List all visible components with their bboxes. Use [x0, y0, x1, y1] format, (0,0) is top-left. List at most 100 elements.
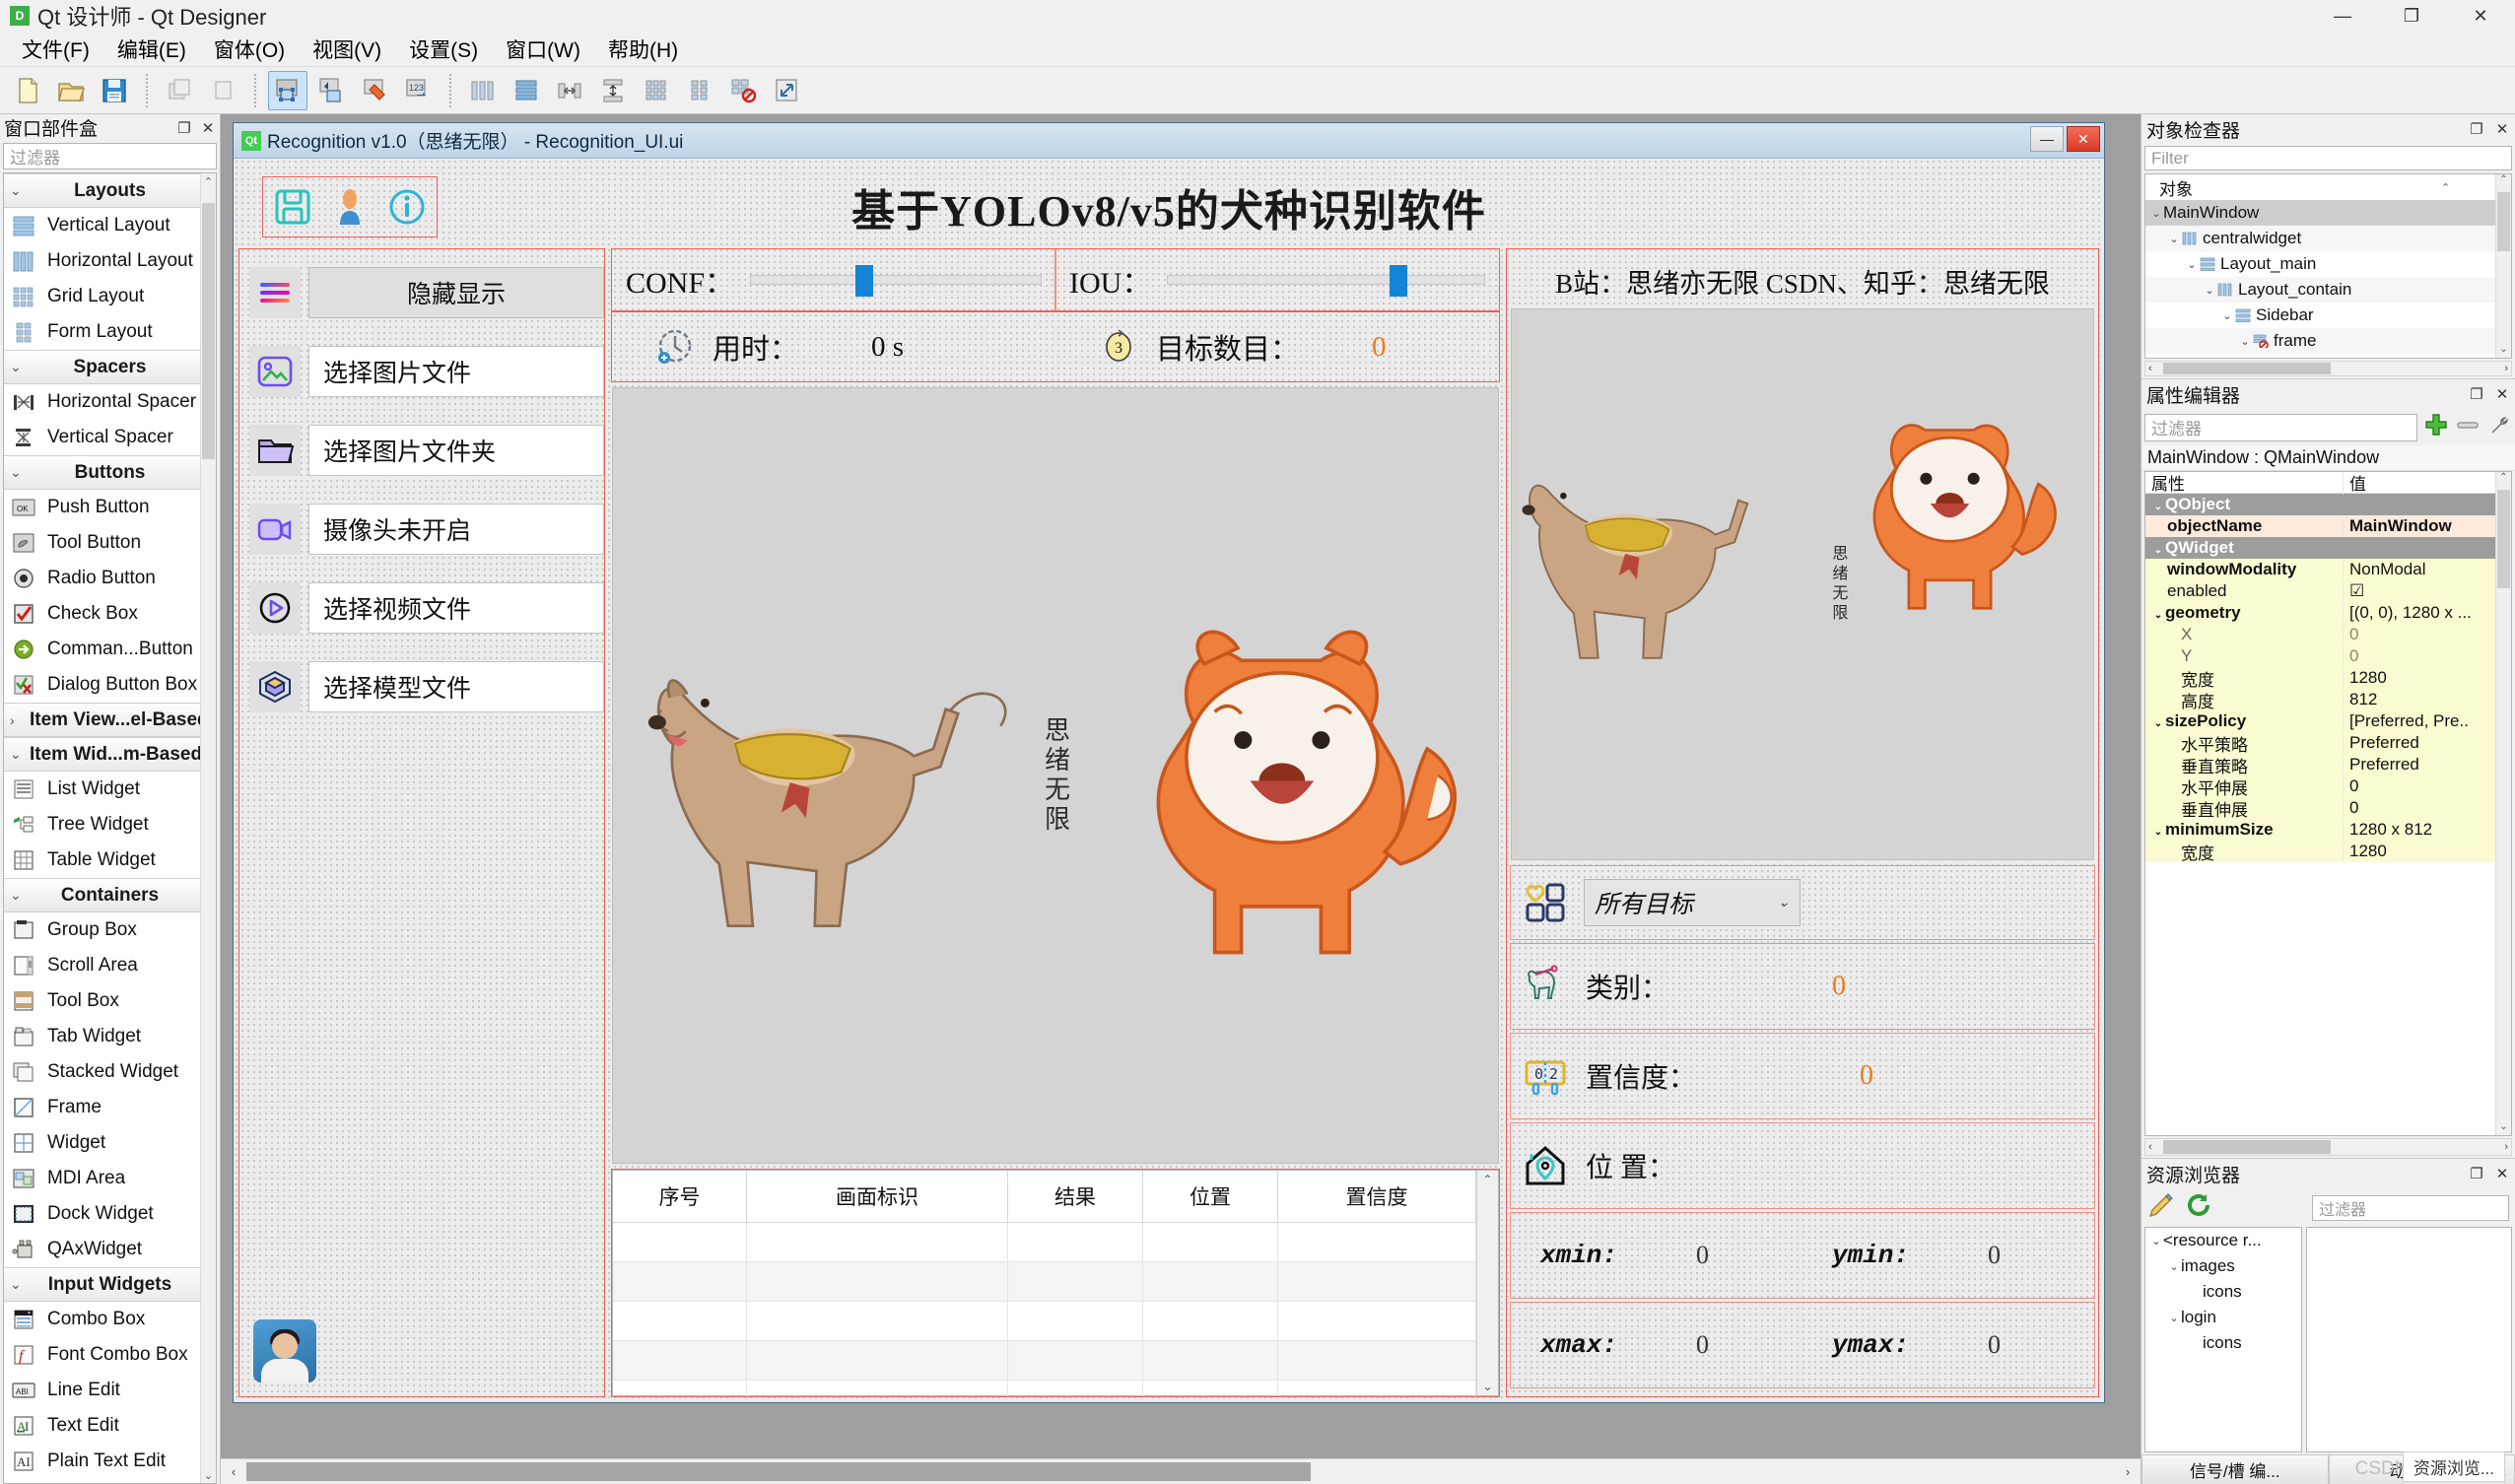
widget-item-qaxwidget[interactable]: QAxWidget [4, 1232, 216, 1267]
widget-item-tab-widget[interactable]: Tab Widget [4, 1019, 216, 1054]
table-row[interactable] [613, 1261, 1476, 1301]
property-row-objectname[interactable]: objectName MainWindow [2145, 515, 2511, 537]
close-icon[interactable]: ✕ [200, 119, 216, 137]
resource-preview-area[interactable] [2306, 1227, 2512, 1452]
menu-window[interactable]: 窗口(W) [492, 31, 594, 68]
scroll-up-arrow-icon[interactable]: ⌃ [201, 173, 216, 189]
object-tree[interactable]: 对象 ⌃ ⌄ MainWindow ⌄ centralwidget [2144, 173, 2512, 359]
maximize-button[interactable]: ❐ [2377, 0, 2446, 32]
scroll-down-arrow-icon[interactable]: ⌄ [1482, 1380, 1492, 1393]
widget-item-list-widget[interactable]: List Widget [4, 772, 216, 807]
property-value[interactable]: [(0, 0), 1280 x ... [2343, 603, 2511, 623]
object-tree-item-mainwindow[interactable]: ⌄ MainWindow [2145, 200, 2511, 226]
object-tree-item-layout-main[interactable]: ⌄ Layout_main [2145, 251, 2511, 277]
resource-tree-item-root[interactable]: ⌄ <resource r... [2145, 1228, 2301, 1253]
property-value[interactable]: 0 [2343, 798, 2511, 818]
menu-edit[interactable]: 编辑(E) [103, 31, 200, 68]
property-value-checkbox[interactable]: ☑ [2343, 581, 2511, 601]
property-value[interactable]: 0 [2343, 625, 2511, 644]
widget-item-line-edit[interactable]: ABI Line Edit [4, 1373, 216, 1408]
resource-tree-item-login[interactable]: ⌄ login [2145, 1305, 2301, 1330]
menu-settings[interactable]: 设置(S) [395, 31, 492, 68]
user-icon[interactable] [324, 181, 375, 233]
object-tree-vscrollbar[interactable]: ⌃ ⌄ [2495, 174, 2511, 358]
menu-file[interactable]: 文件(F) [8, 31, 103, 68]
table-scrollbar[interactable]: ⌃ ⌄ [1476, 1171, 1498, 1395]
resource-tree-item-images-icons[interactable]: icons [2145, 1279, 2301, 1305]
property-row-windowmodality[interactable]: windowModality NonModal [2145, 559, 2511, 580]
property-table-vscrollbar[interactable]: ⌃ ⌄ [2495, 472, 2511, 1135]
object-tree-item-layout-contain[interactable]: ⌄ Layout_contain [2145, 277, 2511, 303]
resource-filter-input[interactable]: 过滤器 [2312, 1195, 2509, 1221]
layout-grid-icon[interactable] [637, 71, 676, 110]
edit-widgets-icon[interactable] [268, 71, 307, 110]
widget-item-radio-button[interactable]: Radio Button [4, 561, 216, 596]
remove-icon[interactable] [2455, 412, 2481, 442]
widget-item-stacked-widget[interactable]: Stacked Widget [4, 1054, 216, 1090]
add-icon[interactable] [2423, 412, 2449, 442]
widget-item-check-box[interactable]: Check Box [4, 596, 216, 632]
table-row[interactable] [613, 1301, 1476, 1340]
widget-item-vertical-spacer[interactable]: Vertical Spacer [4, 420, 216, 455]
property-value[interactable]: MainWindow [2343, 516, 2511, 536]
widget-item-table-widget[interactable]: Table Widget [4, 843, 216, 878]
menu-lines-icon[interactable] [249, 267, 301, 318]
scroll-left-arrow-icon[interactable]: ‹ [2148, 1141, 2152, 1153]
scroll-right-arrow-icon[interactable]: › [2115, 1464, 2141, 1479]
folder-icon[interactable] [249, 425, 301, 476]
property-row-height[interactable]: 高度 812 [2145, 689, 2511, 710]
scroll-down-arrow-icon[interactable]: ⌄ [2496, 344, 2511, 358]
pick-image-button[interactable]: 选择图片文件 [308, 346, 604, 397]
property-group-qwidget[interactable]: ⌄QWidget [2145, 537, 2511, 559]
property-value[interactable]: Preferred [2343, 755, 2511, 775]
toggle-display-button[interactable]: 隐藏显示 [308, 267, 604, 318]
scrollbar-thumb[interactable] [2497, 192, 2510, 251]
widget-item-horizontal-spacer[interactable]: Horizontal Spacer [4, 384, 216, 420]
widget-item-tool-box[interactable]: Tool Box [4, 983, 216, 1019]
form-close-button[interactable]: ✕ [2067, 126, 2100, 152]
widget-box-list[interactable]: ⌄ Layouts Vertical Layout Horizontal Lay… [3, 172, 217, 1484]
widget-item-text-edit[interactable]: AI Text Edit [4, 1408, 216, 1444]
results-table[interactable]: 序号 画面标识 结果 位置 置信度 [613, 1171, 1476, 1402]
float-icon[interactable]: ❐ [176, 119, 192, 137]
widget-item-mdi-area[interactable]: MDI Area [4, 1161, 216, 1196]
model-cube-icon[interactable] [249, 661, 301, 712]
menu-help[interactable]: 帮助(H) [594, 31, 692, 68]
open-form-icon[interactable] [51, 71, 91, 110]
widget-item-tree-widget[interactable]: Tree Widget [4, 807, 216, 843]
mdi-horizontal-scrollbar[interactable]: ‹ › [221, 1458, 2141, 1484]
property-row-y[interactable]: Y 0 [2145, 645, 2511, 667]
scroll-right-arrow-icon[interactable]: › [2504, 1141, 2508, 1153]
resource-tree[interactable]: ⌄ <resource r... ⌄ images icons ⌄ logi [2144, 1227, 2302, 1452]
detection-preview-image[interactable]: 思绪无限 [1511, 308, 2094, 860]
scroll-up-arrow-icon[interactable]: ⌃ [2496, 472, 2511, 486]
table-row[interactable] [613, 1380, 1476, 1402]
float-icon[interactable]: ❐ [2469, 385, 2484, 403]
object-tree-item-sidebar[interactable]: ⌄ Sidebar [2145, 303, 2511, 328]
property-row-vpolicy[interactable]: 垂直策略 Preferred [2145, 754, 2511, 776]
object-tree-item-logintitle[interactable]: loginTitle [2145, 354, 2511, 359]
layout-horizontally-icon[interactable] [463, 71, 503, 110]
scroll-left-arrow-icon[interactable]: ‹ [221, 1464, 246, 1479]
layout-splitter-v-icon[interactable] [593, 71, 633, 110]
widget-box-filter-input[interactable]: 过滤器 [3, 143, 217, 169]
scroll-up-arrow-icon[interactable]: ⌃ [1482, 1173, 1492, 1186]
property-table-hscrollbar[interactable]: ‹ › [2144, 1138, 2512, 1156]
break-layout-icon[interactable] [723, 71, 763, 110]
redo-icon[interactable] [203, 71, 242, 110]
layout-vertically-icon[interactable] [507, 71, 546, 110]
tab-signal-slot-editor[interactable]: 信号/槽 编... [2141, 1454, 2329, 1484]
widget-item-scroll-area[interactable]: Scroll Area [4, 948, 216, 983]
property-value[interactable]: 1280 x 812 [2343, 820, 2511, 840]
float-icon[interactable]: ❐ [2469, 1165, 2484, 1182]
picture-icon[interactable] [249, 346, 301, 397]
property-value[interactable]: [Preferred, Pre.. [2343, 711, 2511, 731]
close-icon[interactable]: ✕ [2494, 1165, 2510, 1182]
widget-item-group-box[interactable]: Group Box [4, 912, 216, 948]
close-icon[interactable]: ✕ [2494, 385, 2510, 403]
scrollbar-thumb[interactable] [2497, 490, 2510, 588]
widget-item-dialog-button-box[interactable]: Dialog Button Box [4, 667, 216, 703]
widget-item-frame[interactable]: Frame [4, 1090, 216, 1125]
save-form-icon[interactable] [95, 71, 134, 110]
camera-button[interactable]: 摄像头未开启 [308, 504, 604, 555]
